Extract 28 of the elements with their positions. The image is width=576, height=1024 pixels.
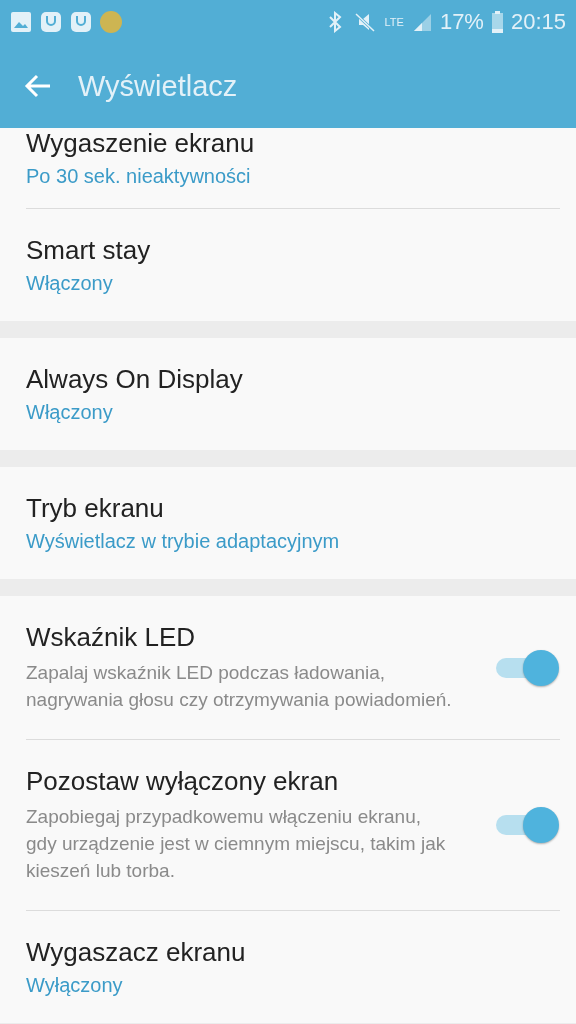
back-button[interactable]	[24, 74, 52, 98]
shopping-bag-icon	[40, 11, 62, 33]
setting-title: Wygaszenie ekranu	[26, 128, 256, 159]
setting-value: Po 30 sek. nieaktywności	[26, 165, 252, 188]
setting-title: Smart stay	[26, 235, 152, 266]
setting-value: Wyłączony	[26, 974, 124, 997]
back-arrow-icon	[24, 74, 52, 98]
battery-percent: 17%	[439, 9, 484, 35]
toggle-switch[interactable]	[496, 648, 560, 687]
clock: 20:15	[510, 9, 566, 35]
setting-value: Włączony	[26, 272, 114, 295]
bluetooth-icon	[326, 11, 343, 33]
screen-title: Wyświetlacz	[78, 69, 238, 103]
setting-title: Tryb ekranu	[26, 493, 165, 524]
gallery-icon	[10, 11, 32, 33]
toggle-switch[interactable]	[496, 806, 560, 844]
setting-value: Włączony	[26, 401, 114, 424]
setting-title: Wygaszacz ekranu	[26, 937, 247, 968]
network-type: LTE	[384, 16, 404, 28]
setting-description: Zapalaj wskaźnik LED podczas ładowania, nagrywania głosu czy otrzymywania powiadomień.	[26, 661, 453, 712]
shopping-bag-icon	[70, 11, 92, 33]
setting-title: Pozostaw wyłączony ekran	[26, 766, 340, 797]
setting-value: Wyświetlacz w trybie adaptacyjnym	[26, 530, 341, 553]
setting-description: Zapobiegaj przypadkowemu włączeniu ekranu, gdy urządzenie jest w ciemnym miejscu, takim jak kieszeń lub torba.	[26, 805, 447, 883]
notification-dot-icon	[100, 11, 122, 33]
setting-title: Wskaźnik LED	[26, 622, 197, 653]
battery-icon	[491, 11, 503, 33]
setting-title: Always On Display	[26, 364, 244, 395]
